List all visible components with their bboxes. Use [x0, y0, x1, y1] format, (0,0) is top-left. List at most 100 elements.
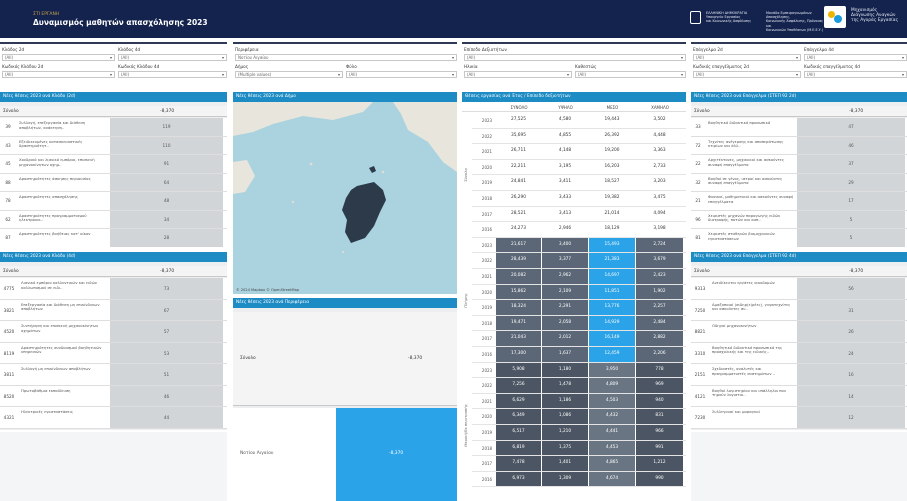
filter-label: Κωδικός Κλάδου 4d: [118, 64, 160, 69]
table-row[interactable]: 2023 5,908 1,180 3,950 778: [472, 362, 686, 379]
year-label: 2016: [481, 476, 493, 482]
table-row[interactable]: 8520 Πρωτοβάθμια εκπαίδευση 46: [0, 385, 227, 407]
table-row[interactable]: 2019 24,841 3,411 18,527 3,203: [472, 175, 686, 191]
table-row[interactable]: 72 Τεχνίτες ανέγερσης και αποπεράτωσης κτ…: [691, 136, 907, 155]
row-value: 5: [797, 210, 905, 228]
table-row[interactable]: 3310 Βοηθητικό διδακτικό προσωπικό της πρ…: [691, 342, 907, 364]
filter-sector-code-2d[interactable]: (All) ▾: [2, 71, 115, 78]
table-row[interactable]: 2017 28,521 3,413 21,014 4,094: [472, 206, 686, 223]
row-code: 87: [5, 235, 11, 240]
table-row[interactable]: 2016 6,973 1,309 4,674 990: [472, 471, 686, 488]
table-row[interactable]: 4520 Συντήρηση και επισκευή μηχανοκίνητων…: [0, 321, 227, 343]
table-row[interactable]: 2023 27,525 4,580 19,443 3,502: [472, 113, 686, 129]
table-cell: 4,148: [542, 144, 588, 159]
filter-occupation-code-4d[interactable]: (All) ▾: [804, 71, 907, 78]
row-code: 7230: [694, 415, 706, 420]
table-row[interactable]: 21 Φυσικοί, μαθηματικοί και ασκούντες συν…: [691, 192, 907, 211]
table-row[interactable]: 2023 21,617 3,400 15,493 2,724: [472, 237, 686, 254]
table-row[interactable]: 39 Συλλογή, επεξεργασία και διάθεση αποβλ…: [0, 118, 227, 137]
filter-municipality[interactable]: (Multiple values) ▾: [235, 71, 343, 78]
table-row[interactable]: 2019 18,324 2,291 13,776 2,257: [472, 300, 686, 316]
table-row[interactable]: 32 Βοηθοί σε γένος, ιατροί και ασκούντες …: [691, 173, 907, 192]
chevron-down-icon: ▾: [337, 72, 340, 77]
filter-skill-level[interactable]: (All) ▾: [464, 54, 686, 61]
table-row[interactable]: 3821 Επεξεργασία και διάθεση μη επικίνδυν…: [0, 299, 227, 321]
row-description: Τεχνίτες ανέγερσης και αποπεράτωσης κτιρ…: [708, 139, 784, 149]
islet: [381, 170, 385, 174]
year-label: 2016: [481, 227, 493, 233]
map-canvas[interactable]: [233, 102, 457, 294]
table-row[interactable]: 7250 Αμαξοποιοί (σιδηρ(ε)ρέες), γυψοτεχνί…: [691, 299, 907, 321]
table-row[interactable]: 96 Χειριστές μηχανών παραγωγής ειδών διατ…: [691, 210, 907, 229]
table-row[interactable]: 2020 15,862 2,109 11,851 1,902: [472, 284, 686, 301]
column-divider: [0, 42, 227, 44]
row-description: Δραστηριότητες συνδυασμού βοηθητικών υπη…: [21, 345, 102, 355]
table-row[interactable]: 8119 Δραστηριότητες συνδυασμού βοηθητικών…: [0, 342, 227, 364]
table-row[interactable]: 2020 22,211 3,195 16,203 2,733: [472, 159, 686, 176]
filter-region[interactable]: Νοτίου Αιγαίου ▾: [235, 54, 457, 61]
table-row[interactable]: 4775 Λιανικό εμπόριο καλλυντικών και ειδώ…: [0, 278, 227, 300]
table-cell: 16,203: [589, 159, 635, 175]
panel-title: Νέες θέσεις 2023 ανά Δήμο: [233, 92, 457, 102]
table-cell: 1,401: [542, 456, 588, 471]
table-row[interactable]: 2017 7,478 1,401 4,865 1,212: [472, 456, 686, 472]
row-value: 119: [110, 118, 223, 136]
table-row[interactable]: Νοτίου Αιγαίου -8,370: [233, 408, 457, 501]
table-cell: 7,256: [496, 378, 541, 393]
table-row[interactable]: 87 Δραστηριότητες βοήθειας κατ' οίκον 28: [0, 229, 227, 247]
table-row[interactable]: 62 Δραστηριότητες προγραμματισμού ηλεκτρο…: [0, 210, 227, 229]
table-row[interactable]: 2020 6,349 1,086 4,432 831: [472, 409, 686, 425]
table-row[interactable]: 2016 24,273 2,946 18,129 3,198: [472, 222, 686, 238]
year-label: 2020: [481, 414, 493, 420]
table-row[interactable]: 2022 28,439 3,377 21,383 3,679: [472, 253, 686, 269]
table-row[interactable]: 9313 Ανειδίκευτοι εργάτες οικοδομών 56: [691, 278, 907, 300]
filter-occupation-4d[interactable]: (All) ▾: [804, 54, 907, 61]
table-row[interactable]: 22 Αρχιτέκτονες, μηχανικοί και ασκούντες …: [691, 155, 907, 174]
row-description: Βοηθητικό διδακτικό προσωπικό της προσχο…: [712, 345, 783, 355]
table-row[interactable]: 33 Βοηθητικό διδακτικό προσωπικό 47: [691, 118, 907, 137]
table-row[interactable]: 2018 6,819 1,375 4,453 991: [472, 440, 686, 457]
table-row[interactable]: 78 Δραστηριότητες απασχόλησης 48: [0, 192, 227, 211]
table-row[interactable]: 3811 Συλλογή μη επικίνδυνων αποβλήτων 51: [0, 364, 227, 386]
row-description: Χειριστές σταθερών βιομηχανικών εγκαταστ…: [708, 232, 775, 241]
year-label: 2023: [481, 367, 493, 373]
table-cell: 940: [636, 393, 683, 409]
table-row[interactable]: 2018 19,471 2,058 14,929 2,484: [472, 315, 686, 332]
table-cell: 28,521: [496, 206, 541, 222]
table-row[interactable]: 8821 Οδηγοί μηχανοκινήτων 26: [691, 321, 907, 343]
table-row[interactable]: 2021 6,629 1,186 4,503 940: [472, 393, 686, 410]
table-row[interactable]: 88 Δραστηριότητες άσκησης περιουσίας 64: [0, 173, 227, 192]
table-row[interactable]: 2021 26,711 4,148 19,200 3,363: [472, 144, 686, 160]
filter-sector-code-4d[interactable]: (All) ▾: [118, 71, 227, 78]
table-row[interactable]: 2022 35,695 4,855 26,392 4,448: [472, 128, 686, 145]
year-label: 2022: [481, 258, 493, 264]
table-row[interactable]: 2022 7,256 1,478 4,809 969: [472, 378, 686, 394]
table-row[interactable]: 4321 Ηλεκτρικές εγκαταστάσεις 44: [0, 407, 227, 429]
table-cell: 2,733: [636, 159, 683, 175]
filter-occupation-code-2d[interactable]: (All) ▾: [693, 71, 801, 78]
filter-occupation-2d[interactable]: (All) ▾: [693, 54, 801, 61]
table-row[interactable]: 81 Χειριστές σταθερών βιομηχανικών εγκατα…: [691, 229, 907, 247]
filter-status[interactable]: (All) ▾: [575, 71, 686, 78]
table-row[interactable]: 45 Χονδρικό και λιανικό εμπόριο, επισκευή…: [0, 155, 227, 174]
table-row[interactable]: 2151 Σχεδιαστές, αναλυτές και προγραμματι…: [691, 364, 907, 386]
chevron-down-icon: ▾: [221, 55, 224, 60]
table-cell: 27,525: [496, 113, 541, 128]
table-row[interactable]: 4121 Βοηθοί λογιστηρίου και υπάλληλοι που…: [691, 385, 907, 407]
table-cell: 4,809: [589, 378, 635, 393]
row-value: 29: [797, 173, 905, 191]
filter-sector-4d[interactable]: (All) ▾: [118, 54, 227, 61]
table-row[interactable]: 2019 6,517 1,210 4,441 966: [472, 425, 686, 441]
filter-gender[interactable]: (All) ▾: [346, 71, 457, 78]
filter-age[interactable]: (All) ▾: [464, 71, 572, 78]
table-row[interactable]: 2017 21,043 2,012 16,149 2,882: [472, 331, 686, 347]
table-cell: 4,453: [589, 440, 635, 456]
table-row[interactable]: 2016 17,300 1,637 12,459 2,206: [472, 347, 686, 363]
table-row[interactable]: 43 Εξειδικευμένες κατασκευαστικές δραστηρ…: [0, 136, 227, 155]
table-cell: 4,441: [589, 425, 635, 440]
table-row[interactable]: 2018 26,290 3,433 19,382 3,475: [472, 191, 686, 207]
filter-sector-2d[interactable]: (All) ▾: [2, 54, 115, 61]
table-row[interactable]: 2021 20,082 2,962 14,697 2,423: [472, 269, 686, 285]
table-cell: 2,423: [636, 269, 683, 284]
table-row[interactable]: 7230 Συλλεγουοί και μαραγκοί 12: [691, 407, 907, 429]
